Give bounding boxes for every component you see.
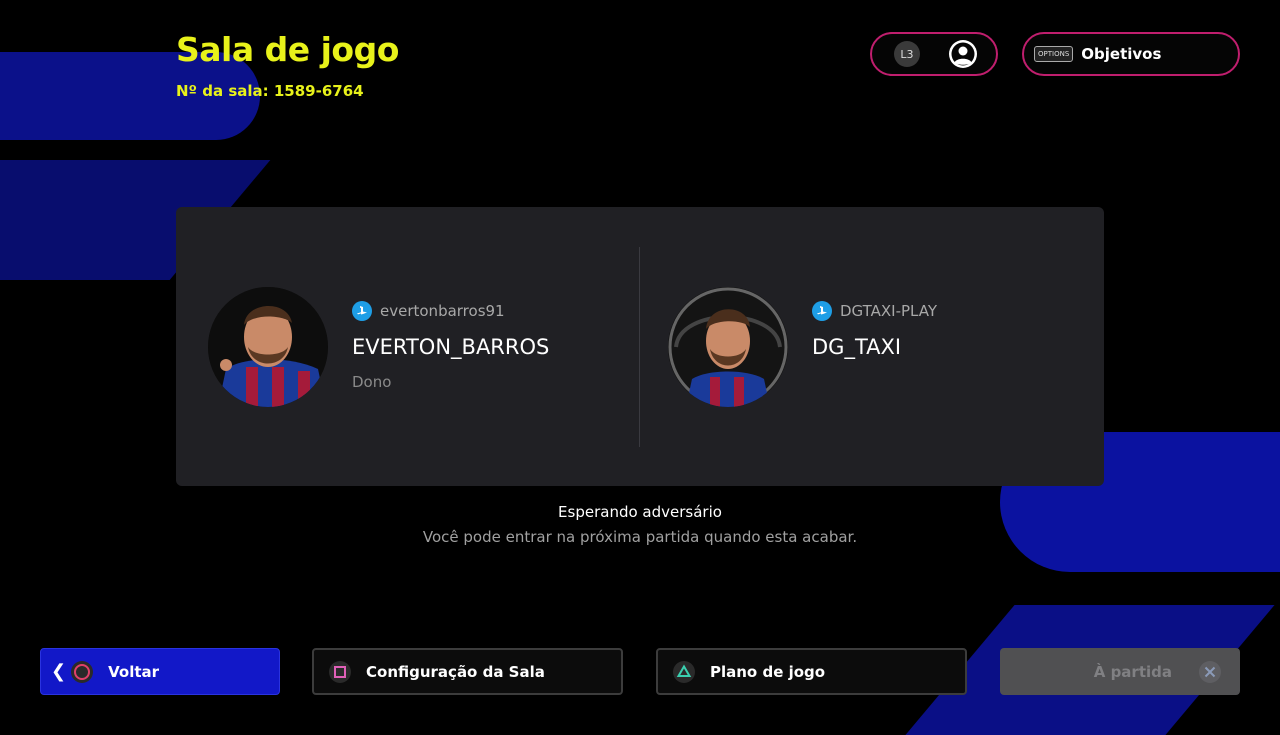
divider	[639, 247, 640, 447]
room-number: Nº da sala: 1589-6764	[176, 82, 364, 100]
back-button[interactable]: ❮ Voltar	[40, 648, 280, 695]
psn-row: DGTAXI-PLAY	[812, 301, 937, 321]
status-title: Esperando adversário	[558, 503, 722, 521]
game-plan-button[interactable]: Plano de jogo	[656, 648, 967, 695]
player-card-host[interactable]: evertonbarros91 EVERTON_BARROS Dono	[208, 287, 628, 407]
to-match-label: À partida	[1093, 662, 1172, 681]
objectives-button[interactable]: OPTIONS Objetivos	[1022, 32, 1240, 76]
player-card-guest[interactable]: DGTAXI-PLAY DG_TAXI	[668, 287, 1088, 407]
player-name: DG_TAXI	[812, 335, 902, 359]
player-role: Dono	[352, 373, 392, 391]
avatar	[668, 287, 788, 407]
options-key-icon: OPTIONS	[1034, 46, 1074, 62]
profile-button[interactable]: L3	[870, 32, 998, 76]
game-plan-label: Plano de jogo	[710, 662, 826, 681]
psn-id: evertonbarros91	[380, 302, 505, 320]
triangle-button-icon	[672, 660, 696, 684]
player-name: EVERTON_BARROS	[352, 335, 550, 359]
l3-badge: L3	[894, 41, 920, 67]
chevron-left-icon: ❮	[51, 661, 67, 682]
avatar	[208, 287, 328, 407]
square-button-icon	[328, 660, 352, 684]
cross-button-icon	[1198, 660, 1222, 684]
room-settings-label: Configuração da Sala	[366, 662, 545, 681]
psn-id: DGTAXI-PLAY	[840, 302, 938, 320]
objectives-label: Objetivos	[1081, 45, 1162, 63]
status-message: Você pode entrar na próxima partida quan…	[422, 528, 858, 546]
page-title: Sala de jogo	[176, 30, 399, 69]
room-settings-button[interactable]: Configuração da Sala	[312, 648, 623, 695]
user-circle-icon	[949, 40, 977, 68]
room-panel: evertonbarros91 EVERTON_BARROS Dono DGTA…	[176, 207, 1104, 486]
playstation-icon	[352, 301, 372, 321]
circle-button-icon	[70, 660, 94, 684]
back-label: Voltar	[108, 662, 160, 681]
to-match-button[interactable]: À partida	[1000, 648, 1240, 695]
playstation-icon	[812, 301, 832, 321]
psn-row: evertonbarros91	[352, 301, 505, 321]
